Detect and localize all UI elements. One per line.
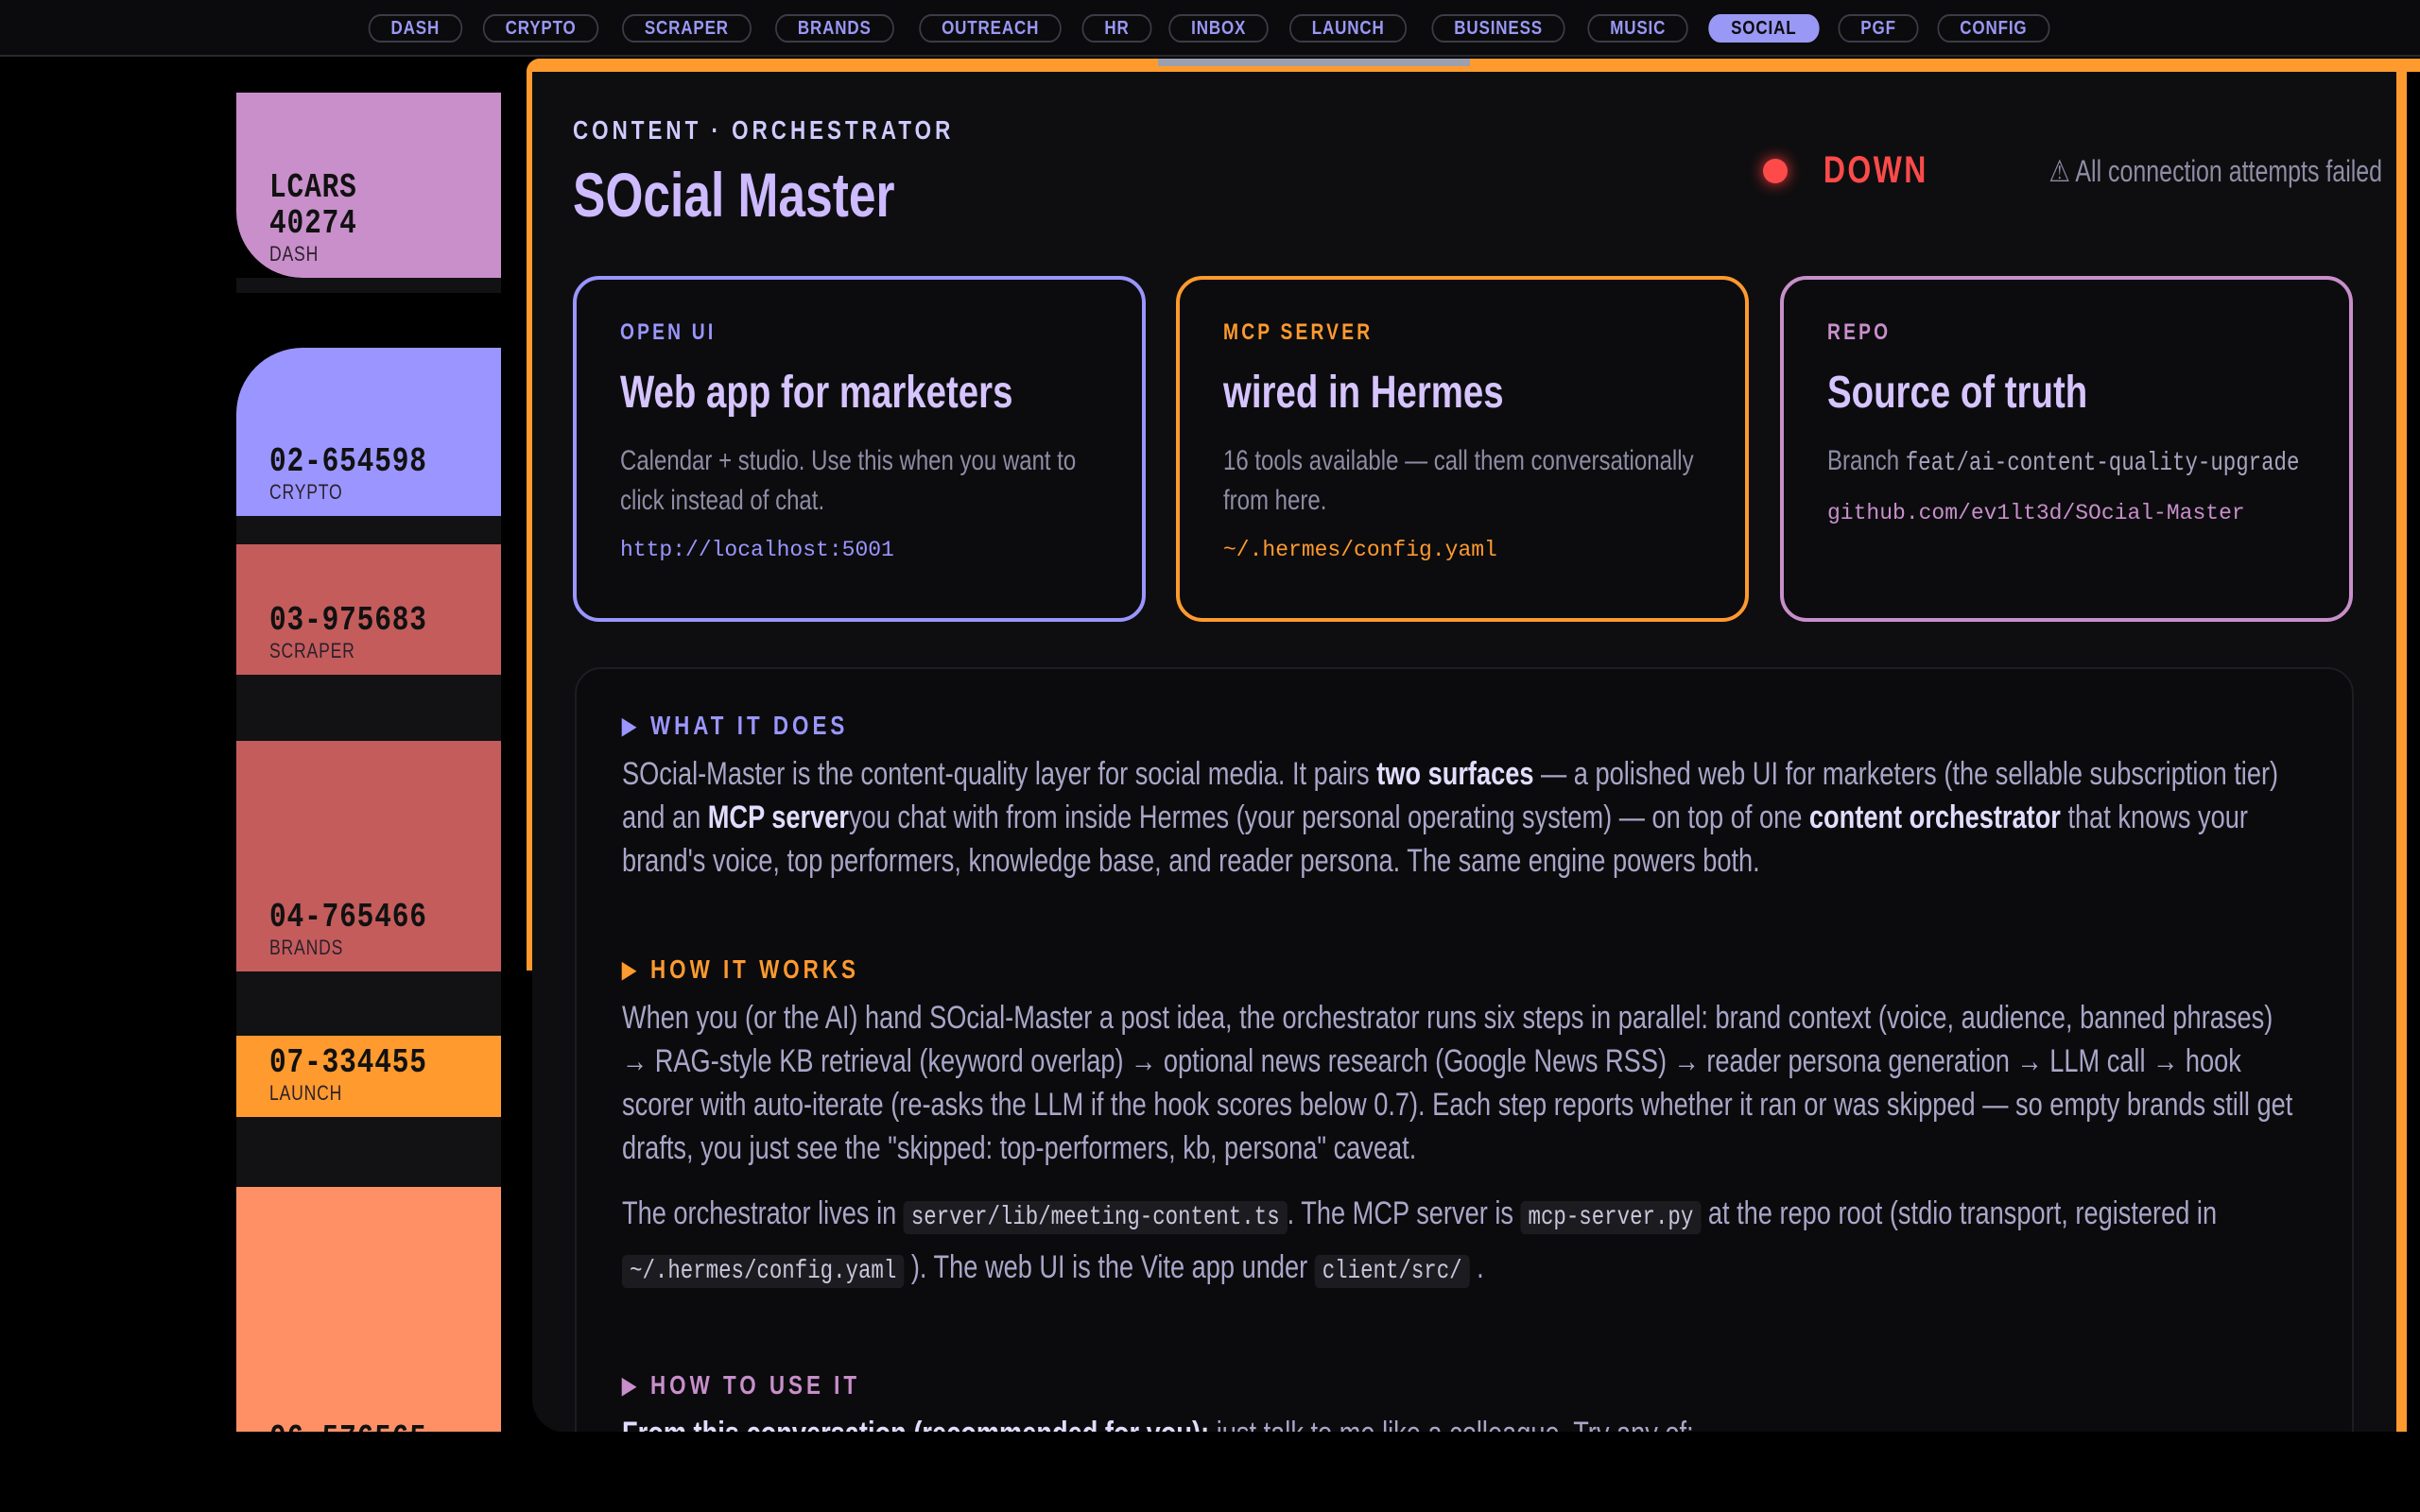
- rail-label: DASH: [269, 242, 320, 266]
- branch-name: feat/ai-content-quality-upgrade: [1905, 449, 2300, 478]
- card-heading: wired in Hermes: [1223, 368, 1504, 418]
- text-run: just talk to me like a colleague. Try an…: [1209, 1416, 1694, 1433]
- rail-code: 07-334455: [269, 1043, 427, 1083]
- bottom-blank-bar: [0, 1432, 2420, 1512]
- status-message: ⚠ All connection attempts failed: [2048, 153, 2382, 188]
- rail-spacer: [236, 971, 501, 1036]
- tab-scraper[interactable]: SCRAPER: [622, 14, 752, 43]
- tab-hr[interactable]: HR: [1081, 14, 1152, 43]
- rail-block-scraper[interactable]: 03-975683 SCRAPER: [236, 544, 501, 675]
- rail-label: BRANDS: [269, 936, 344, 959]
- card-mcp-server[interactable]: MCP SERVER wired in Hermes 16 tools avai…: [1176, 276, 1749, 622]
- rail-spacer: [236, 516, 501, 544]
- rail-block-brands[interactable]: 04-765466 BRANDS: [236, 741, 501, 971]
- inline-code: ~/.hermes/config.yaml: [622, 1255, 905, 1288]
- content-box: ▶ WHAT IT DOES SOcial-Master is the cont…: [575, 667, 2354, 1433]
- card-label: REPO: [1827, 319, 1892, 345]
- section-how-to-use-toggle[interactable]: ▶ HOW TO USE IT: [622, 1370, 860, 1400]
- text-run: ). The web UI is the Vite app under: [904, 1249, 1315, 1285]
- rail-spacer: [236, 1117, 501, 1187]
- page-eyebrow: CONTENT · ORCHESTRATOR: [573, 115, 955, 145]
- inline-code: client/src/: [1314, 1255, 1470, 1288]
- tab-inbox[interactable]: INBOX: [1168, 14, 1269, 43]
- text-run: .: [1469, 1249, 1484, 1285]
- tab-pgf[interactable]: PGF: [1838, 14, 1919, 43]
- card-open-ui[interactable]: OPEN UI Web app for marketers Calendar +…: [573, 276, 1146, 622]
- card-label: MCP SERVER: [1223, 319, 1374, 345]
- section-heading: WHAT IT DOES: [649, 711, 849, 740]
- connection-status: DOWN ⚠ All connection attempts failed: [1763, 149, 2382, 192]
- inline-code: server/lib/meeting-content.ts: [903, 1201, 1288, 1234]
- section-heading: HOW IT WORKS: [649, 954, 859, 984]
- main-panel: CONTENT · ORCHESTRATOR SOcial Master DOW…: [532, 72, 2396, 1433]
- top-nav: DASH CRYPTO SCRAPER BRANDS OUTREACH HR INBOX LA…: [0, 0, 2420, 57]
- tab-dash[interactable]: DASH: [369, 14, 463, 43]
- tab-outreach[interactable]: OUTREACH: [918, 14, 1062, 43]
- status-dot-icon: [1763, 158, 1789, 183]
- tab-brands[interactable]: BRANDS: [775, 14, 894, 43]
- rail-spacer: [236, 675, 501, 741]
- rail-code: 03-975683: [269, 601, 427, 641]
- rail-block-dash[interactable]: LCARS 40274 DASH: [236, 93, 501, 278]
- rail-code: LCARS 40274: [269, 168, 357, 244]
- what-it-does-text: SOcial-Master is the content-quality lay…: [622, 752, 2301, 883]
- config-path-link[interactable]: ~/.hermes/config.yaml: [1223, 538, 1702, 562]
- how-it-works-paths: The orchestrator lives in server/lib/mee…: [622, 1189, 2301, 1297]
- tab-config[interactable]: CONFIG: [1937, 14, 2050, 43]
- open-ui-link[interactable]: http://localhost:5001: [620, 538, 1098, 562]
- frame-top-bar: [527, 59, 2420, 72]
- text-run: at the repo root (stdio transport, regis…: [1701, 1195, 2218, 1231]
- rail-code: 04-765466: [269, 898, 427, 937]
- card-repo[interactable]: REPO Source of truth Branch feat/ai-cont…: [1780, 276, 2353, 622]
- card-description: 16 tools available — call them conversat…: [1223, 445, 1694, 516]
- card-heading: Web app for marketers: [620, 368, 1013, 418]
- card-description: Calendar + studio. Use this when you wan…: [620, 445, 1077, 516]
- text-run: SOcial-Master is the content-quality lay…: [622, 756, 1377, 792]
- card-description: Branch feat/ai-content-quality-upgrade: [1827, 441, 2326, 484]
- left-rail: LCARS 40274 DASH 02-654598 CRYPTO 03-975683 S…: [236, 57, 501, 1512]
- page-title: SOcial Master: [573, 160, 895, 230]
- tab-crypto[interactable]: CRYPTO: [482, 14, 599, 43]
- expand-triangle-icon: ▶: [622, 956, 640, 983]
- text-bold: two surfaces: [1376, 756, 1534, 792]
- section-how-it-works-toggle[interactable]: ▶ HOW IT WORKS: [622, 954, 859, 985]
- text-run: . The MCP server is: [1287, 1195, 1521, 1231]
- branch-prefix: Branch: [1827, 445, 1906, 476]
- rail-block-crypto[interactable]: 02-654598 CRYPTO: [236, 348, 501, 516]
- repo-link[interactable]: github.com/ev1lt3d/SOcial-Master: [1827, 501, 2306, 525]
- expand-triangle-icon: ▶: [622, 1372, 640, 1399]
- rail-block-launch[interactable]: 07-334455 LAUNCH: [236, 1036, 501, 1117]
- text-bold: content orchestrator: [1808, 799, 2061, 835]
- text-run: The orchestrator lives in: [622, 1195, 904, 1231]
- how-to-use-text: From this conversation (recommended for …: [622, 1412, 2301, 1433]
- how-it-works-text: When you (or the AI) hand SOcial-Master …: [622, 1000, 2293, 1166]
- text-bold: MCP server: [707, 799, 849, 835]
- text-bold: From this conversation (recommended for …: [622, 1416, 1209, 1433]
- tab-business[interactable]: BUSINESS: [1431, 14, 1565, 43]
- rail-code: 02-654598: [269, 442, 427, 482]
- section-what-it-does-toggle[interactable]: ▶ WHAT IT DOES: [622, 711, 848, 741]
- tab-launch[interactable]: LAUNCH: [1289, 14, 1408, 43]
- status-label: DOWN: [1824, 149, 1929, 191]
- card-heading: Source of truth: [1827, 368, 2088, 418]
- inline-code: mcp-server.py: [1520, 1201, 1702, 1234]
- rail-label: SCRAPER: [269, 639, 355, 662]
- section-heading: HOW TO USE IT: [649, 1370, 861, 1400]
- rail-label: LAUNCH: [269, 1081, 343, 1105]
- expand-triangle-icon: ▶: [622, 713, 640, 739]
- rail-spacer: [236, 278, 501, 293]
- tab-music[interactable]: MUSIC: [1587, 14, 1688, 43]
- rail-label: CRYPTO: [269, 480, 343, 504]
- frame-top-highlight: [1158, 59, 1470, 66]
- tab-social[interactable]: SOCIAL: [1708, 14, 1820, 43]
- text-run: you chat with from inside Hermes (your p…: [848, 799, 1809, 835]
- card-label: OPEN UI: [620, 319, 717, 345]
